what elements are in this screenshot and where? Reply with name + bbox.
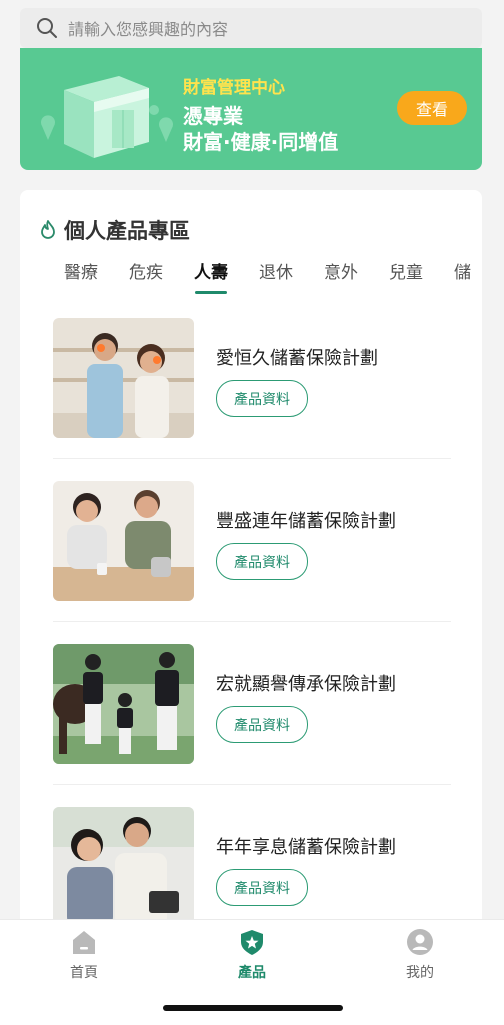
tab-children[interactable]: 兒童 [389, 258, 423, 283]
tab-retirement[interactable]: 退休 [259, 258, 293, 283]
product-name[interactable]: 愛恒久儲蓄保險計劃 [216, 344, 378, 370]
home-indicator[interactable] [163, 1005, 343, 1011]
nav-me-label: 我的 [406, 965, 434, 981]
product-name[interactable]: 豐盛連年儲蓄保險計劃 [216, 507, 396, 533]
banner-headline-1: 憑專業 [183, 104, 243, 128]
product-info-button[interactable]: 產品資料 [216, 869, 308, 906]
product-item[interactable]: 豐盛連年儲蓄保險計劃 產品資料 [53, 481, 451, 622]
product-item[interactable]: 宏就顯譽傳承保險計劃 產品資料 [53, 644, 451, 785]
product-name[interactable]: 年年享息儲蓄保險計劃 [216, 833, 396, 859]
nav-home[interactable]: 首頁 [39, 928, 129, 982]
home-icon [73, 931, 95, 954]
product-photo [53, 481, 194, 601]
search-icon [37, 18, 57, 38]
banner-kicker: 財富管理中心 [183, 78, 285, 98]
category-tabs: 醫療 危疾 人壽 退休 意外 兒童 儲 [20, 258, 482, 298]
tab-accident[interactable]: 意外 [324, 258, 358, 283]
flame-icon [41, 220, 55, 239]
nav-products-label: 產品 [238, 965, 266, 981]
search-placeholder: 請輸入您感興趣的內容 [68, 20, 229, 39]
view-button[interactable]: 查看 [397, 91, 467, 125]
product-info-button[interactable]: 產品資料 [216, 706, 308, 743]
section-title: 個人產品專區 [64, 219, 190, 243]
active-tab-indicator [195, 291, 227, 294]
user-icon [407, 929, 433, 955]
wealth-banner[interactable]: 財富管理中心 憑專業 財富·健康·同增值 查看 [20, 48, 482, 170]
banner-headline-2: 財富·健康·同增值 [183, 130, 339, 154]
search-bar[interactable]: 請輸入您感興趣的內容 [20, 8, 482, 48]
tab-life[interactable]: 人壽 [194, 258, 228, 283]
personal-products-card: 個人產品專區 醫療 危疾 人壽 退休 意外 兒童 儲 愛恒久儲蓄保險計劃 產品資… [20, 190, 482, 930]
product-item[interactable]: 年年享息儲蓄保險計劃 產品資料 [53, 807, 451, 929]
nav-home-label: 首頁 [70, 965, 98, 981]
divider [53, 458, 451, 459]
product-item[interactable]: 愛恒久儲蓄保險計劃 產品資料 [53, 318, 451, 459]
tab-critical-illness[interactable]: 危疾 [129, 258, 163, 283]
shield-star-icon [241, 930, 263, 955]
divider [53, 621, 451, 622]
product-info-button[interactable]: 產品資料 [216, 380, 308, 417]
section-header: 個人產品專區 [38, 215, 190, 245]
nav-products[interactable]: 產品 [207, 928, 297, 982]
store-illustration-icon [41, 76, 173, 158]
product-photo [53, 807, 194, 927]
product-info-button[interactable]: 產品資料 [216, 543, 308, 580]
product-photo [53, 644, 194, 764]
tab-savings[interactable]: 儲 [454, 258, 471, 283]
tab-medical[interactable]: 醫療 [64, 258, 98, 283]
nav-me[interactable]: 我的 [375, 928, 465, 982]
product-name[interactable]: 宏就顯譽傳承保險計劃 [216, 670, 396, 696]
divider [53, 784, 451, 785]
product-photo [53, 318, 194, 438]
